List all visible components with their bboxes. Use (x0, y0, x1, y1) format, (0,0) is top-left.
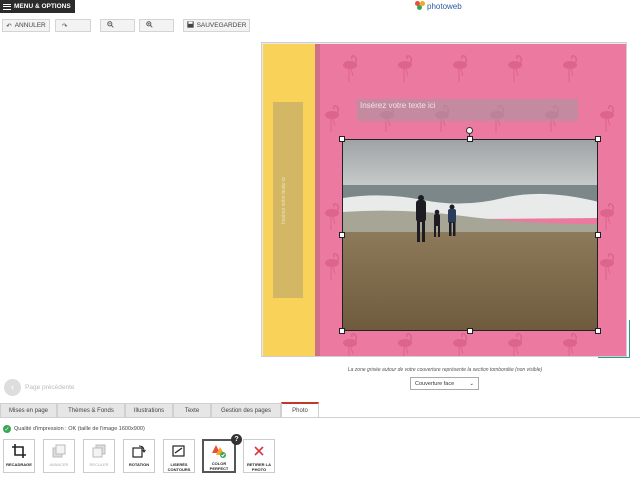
undo-button[interactable]: ↶ ANNULER (2, 19, 50, 32)
check-icon: ✓ (3, 425, 11, 433)
resize-handle-bottom[interactable] (467, 328, 473, 334)
border-edit-label: LISERÉS CONTOURS (167, 462, 191, 472)
remove-photo-button[interactable]: RETIRER LA PHOTO (243, 439, 275, 473)
tab-label: Photo (292, 407, 308, 414)
tab-page-management[interactable]: Gestion des pages (211, 403, 281, 417)
print-quality-text: Qualité d'impression : OK (taille de l'i… (14, 426, 145, 432)
redo-button[interactable]: ↷ (55, 19, 91, 32)
send-backward-button[interactable]: RECULER (83, 439, 115, 473)
bring-forward-icon (51, 443, 67, 459)
logo-text: photoweb (427, 1, 462, 11)
tab-themes[interactable]: Thèmes & Fonds (57, 403, 125, 417)
crop-icon (11, 443, 27, 459)
rotate-label: ROTATION (128, 462, 150, 467)
send-backward-icon (91, 443, 107, 459)
tab-layouts[interactable]: Mises en page (0, 403, 57, 417)
tab-label: Mises en page (8, 407, 49, 414)
resize-handle-top-left[interactable] (339, 136, 345, 142)
bleed-note: La zone grisée autour de votre couvertur… (347, 367, 543, 373)
beach-photo (343, 140, 597, 330)
menu-options-label: MENU & OPTIONS (14, 3, 71, 10)
cover-photo[interactable] (342, 139, 598, 331)
rotate-handle[interactable] (466, 127, 473, 134)
logo-mark-icon (415, 1, 425, 11)
redo-icon: ↷ (62, 22, 68, 30)
rotate-icon (131, 443, 147, 459)
menu-options-button[interactable]: MENU & OPTIONS (0, 0, 75, 13)
zoom-in-button[interactable] (139, 19, 174, 32)
previous-page-button[interactable]: ‹ Page précédente (4, 379, 75, 396)
zoom-in-icon (146, 21, 153, 30)
remove-photo-label: RETIRER LA PHOTO (247, 462, 271, 472)
cover-title-placeholder: Insérez votre texte ici (360, 101, 436, 110)
save-icon (186, 21, 194, 30)
undo-label: ANNULER (14, 22, 46, 29)
rotate-button[interactable]: ROTATION (123, 439, 155, 473)
bring-forward-button[interactable]: AVANCER (43, 439, 75, 473)
color-perfect-label: COLOR PERFECT (209, 461, 229, 471)
tab-label: Thèmes & Fonds (68, 407, 114, 414)
remove-photo-icon (251, 443, 267, 459)
color-perfect-icon (211, 444, 227, 458)
tab-illustrations[interactable]: Illustrations (125, 403, 173, 417)
previous-page-label: Page précédente (25, 384, 75, 391)
send-backward-label: RECULER (89, 462, 109, 467)
chevron-down-icon: ⌄ (469, 380, 474, 387)
cover-face-select[interactable]: Couverture face ⌄ (410, 377, 479, 390)
resize-handle-top[interactable] (467, 136, 473, 142)
save-label: SAUVEGARDER (196, 22, 247, 29)
bleed-corner-marker (598, 320, 630, 358)
crop-button[interactable]: RECADRAGE (3, 439, 35, 473)
undo-icon: ↶ (6, 22, 12, 30)
resize-handle-left[interactable] (339, 232, 345, 238)
border-edit-icon (171, 443, 187, 459)
tab-label: Illustrations (133, 407, 165, 414)
cover-face-value: Couverture face (415, 380, 455, 387)
resize-handle-top-right[interactable] (595, 136, 601, 142)
hamburger-icon (3, 3, 11, 10)
resize-handle-right[interactable] (595, 232, 601, 238)
tab-label: Gestion des pages (220, 407, 272, 414)
border-edit-button[interactable]: LISERÉS CONTOURS (163, 439, 195, 473)
zoom-out-button[interactable] (100, 19, 135, 32)
tab-label: Texte (184, 407, 200, 414)
resize-handle-bottom-left[interactable] (339, 328, 345, 334)
photoweb-logo: photoweb (415, 1, 462, 11)
help-badge-icon[interactable]: ? (231, 434, 242, 445)
save-button[interactable]: SAUVEGARDER (183, 19, 250, 32)
tab-photo[interactable]: Photo (281, 402, 319, 417)
zoom-out-icon (107, 21, 114, 30)
arrow-left-icon: ‹ (4, 379, 21, 396)
print-quality-status: ✓ Qualité d'impression : OK (taille de l… (3, 425, 145, 433)
color-perfect-button[interactable]: COLOR PERFECT (202, 439, 236, 473)
crop-label: RECADRAGE (6, 462, 32, 467)
spine-text-placeholder: Insérez votre texte ici (281, 176, 287, 224)
bring-forward-label: AVANCER (49, 462, 69, 467)
tab-text[interactable]: Texte (173, 403, 211, 417)
